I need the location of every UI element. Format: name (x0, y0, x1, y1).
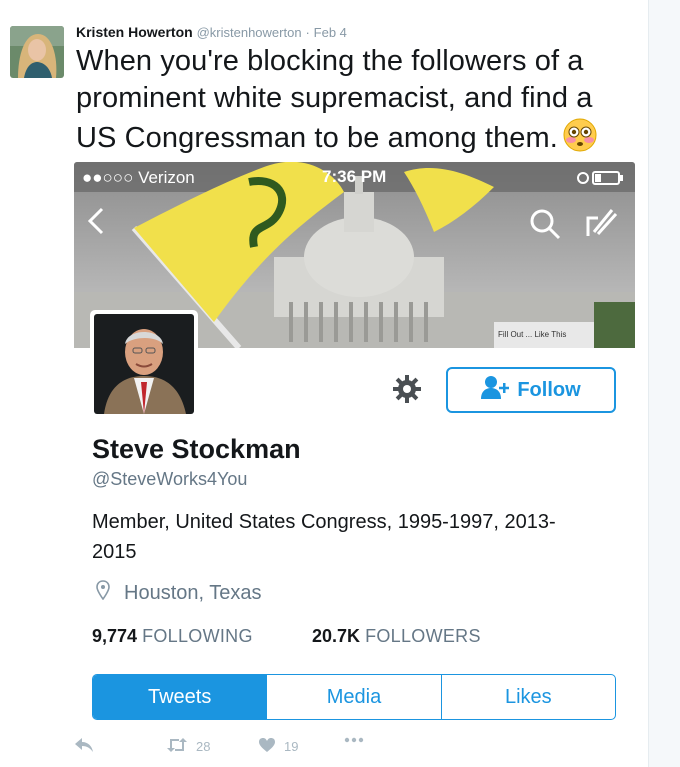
location-text: Houston, Texas (124, 581, 262, 604)
like-action[interactable]: 19 (258, 737, 298, 756)
tweet-text-content: When you're blocking the followers of a … (76, 45, 593, 154)
profile-handle: @SteveWorks4You (92, 469, 248, 489)
status-time: 7:36 PM (322, 167, 387, 186)
follow-button-label: Follow (517, 378, 581, 401)
following-stat[interactable]: 9,774 FOLLOWING (92, 626, 253, 646)
carrier-label: ●●○○○ Verizon (82, 168, 195, 187)
search-icon[interactable] (529, 208, 561, 245)
right-gutter (648, 0, 680, 767)
retweet-count: 28 (196, 739, 211, 754)
followers-label: FOLLOWERS (365, 626, 481, 646)
reply-icon[interactable] (74, 737, 94, 753)
more-icon[interactable] (344, 737, 364, 743)
author-avatar[interactable] (10, 26, 64, 78)
tweet-text: When you're blocking the followers of a … (76, 43, 636, 163)
profile-stats: 9,774 FOLLOWING 20.7K FOLLOWERS (92, 626, 480, 647)
profile-tabs: Tweets Media Likes (92, 674, 616, 720)
profile-bio: Member, United States Congress, 1995-199… (92, 511, 556, 563)
add-user-icon (481, 375, 511, 405)
tweet-header: Kristen Howerton @kristenhowerton · Feb … (76, 24, 347, 40)
retweet-action[interactable]: 28 (166, 737, 210, 756)
separator: · (305, 25, 310, 40)
tweet-date[interactable]: Feb 4 (314, 25, 347, 40)
heart-icon (258, 737, 276, 756)
status-bar: ●●○○○ Verizon 7:36 PM (74, 162, 635, 192)
banner-sign: Fill Out ... Like This (498, 330, 566, 339)
follow-button[interactable]: Follow (446, 367, 616, 413)
back-arrow-icon[interactable] (86, 206, 106, 241)
following-label: FOLLOWING (142, 626, 253, 646)
author-name[interactable]: Kristen Howerton (76, 24, 193, 40)
followers-count: 20.7K (312, 626, 361, 646)
tab-likes[interactable]: Likes (440, 675, 615, 719)
flushed-face-icon (562, 117, 598, 163)
compose-icon[interactable] (584, 206, 618, 245)
like-count: 19 (284, 739, 299, 754)
profile-name: Steve Stockman (92, 434, 301, 464)
tab-media[interactable]: Media (266, 675, 440, 719)
gear-icon[interactable] (392, 374, 422, 409)
embedded-screenshot[interactable]: Fill Out ... Like This ●●○○○ Verizon 7:3… (74, 162, 635, 732)
profile-location: Houston, Texas (96, 580, 262, 606)
battery-icon (577, 170, 625, 190)
tab-tweets[interactable]: Tweets (93, 675, 267, 719)
followers-stat[interactable]: 20.7K FOLLOWERS (312, 626, 481, 647)
tweet-actions: 28 19 (74, 737, 374, 757)
following-count: 9,774 (92, 626, 138, 646)
retweet-icon (166, 737, 188, 756)
profile-picture[interactable] (90, 310, 198, 418)
author-handle[interactable]: @kristenhowerton (197, 25, 302, 40)
location-pin-icon (96, 580, 110, 606)
